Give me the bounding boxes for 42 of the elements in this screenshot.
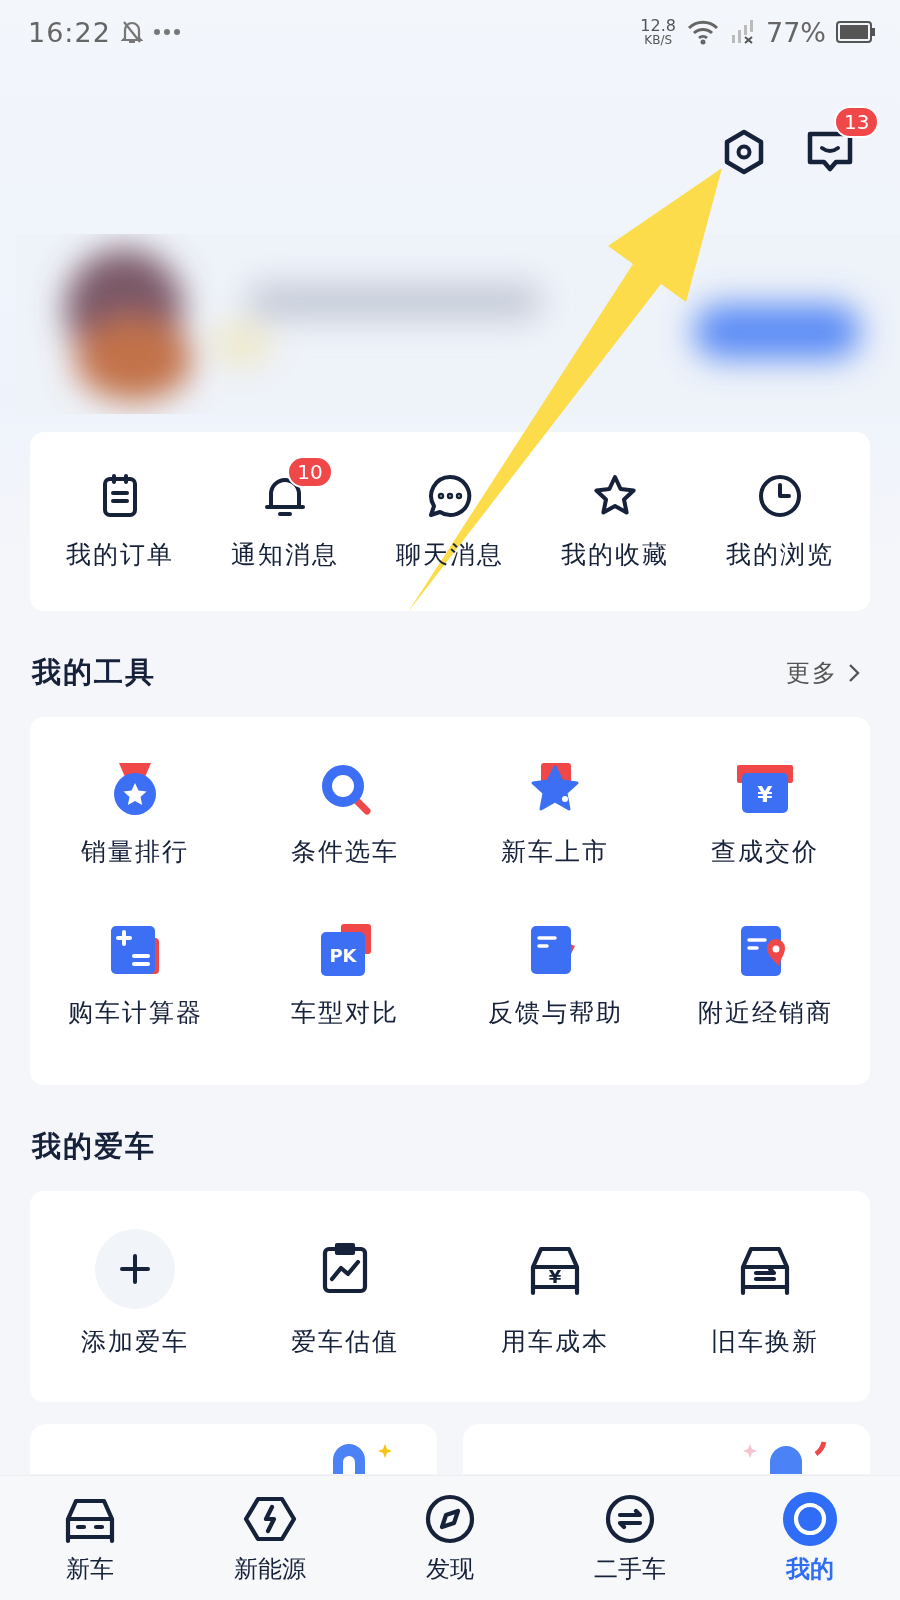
section-title: 我的爱车: [32, 1128, 156, 1165]
shortcut-label[interactable]: 通知消息: [231, 538, 340, 571]
battery-icon: [836, 21, 876, 43]
tool-label[interactable]: 条件选车: [291, 835, 399, 868]
shortcut-label[interactable]: 我的订单: [66, 538, 175, 571]
car-tool-label[interactable]: 添加爱车: [81, 1325, 189, 1358]
shortcut-label[interactable]: 我的收藏: [560, 538, 669, 571]
muted-bell-icon: [120, 19, 143, 45]
car-tool-label[interactable]: 旧车换新: [711, 1325, 819, 1358]
section-title: 我的工具: [32, 654, 156, 691]
tool-label[interactable]: 附近经销商: [697, 996, 833, 1029]
tool-label[interactable]: 车型对比: [291, 996, 399, 1029]
network-speed: 12.8: [640, 18, 676, 34]
profile-circle-icon[interactable]: [782, 1491, 838, 1547]
status-time: 16:22: [28, 16, 111, 48]
tool-label[interactable]: 购车计算器: [67, 996, 203, 1029]
settings-button[interactable]: [722, 128, 766, 176]
chat-bubble-icon: [426, 472, 474, 520]
tab-item[interactable]: 发现: [385, 1491, 515, 1585]
signal-icon: [730, 19, 756, 45]
shortcut-label[interactable]: 我的浏览: [725, 538, 834, 571]
promo-card[interactable]: [30, 1424, 437, 1474]
more-link[interactable]: 更多: [786, 657, 838, 689]
tab-item[interactable]: 新车: [25, 1491, 155, 1585]
wifi-icon: [686, 19, 720, 45]
car-tool-label[interactable]: 用车成本: [501, 1325, 609, 1358]
message-count-badge: 13: [834, 106, 880, 138]
chevron-right-icon[interactable]: [848, 662, 860, 684]
plus-icon[interactable]: [118, 1252, 152, 1286]
tool-label[interactable]: 销量排行: [81, 835, 189, 868]
tool-label[interactable]: 新车上市: [501, 835, 609, 868]
promo-card[interactable]: [463, 1424, 870, 1474]
notification-count-badge: 10: [287, 456, 333, 488]
tool-label[interactable]: 反馈与帮助: [487, 996, 623, 1029]
speed-unit: KB/S: [644, 34, 673, 46]
tab-item[interactable]: 新能源: [205, 1491, 335, 1585]
tool-label[interactable]: 查成交价: [711, 835, 819, 868]
more-icon: [152, 28, 181, 36]
car-tool-label[interactable]: 爱车估值: [291, 1325, 399, 1358]
battery-percent: 77%: [766, 16, 826, 48]
tab-item[interactable]: 我的: [745, 1491, 875, 1585]
tab-item[interactable]: 二手车: [565, 1491, 695, 1585]
